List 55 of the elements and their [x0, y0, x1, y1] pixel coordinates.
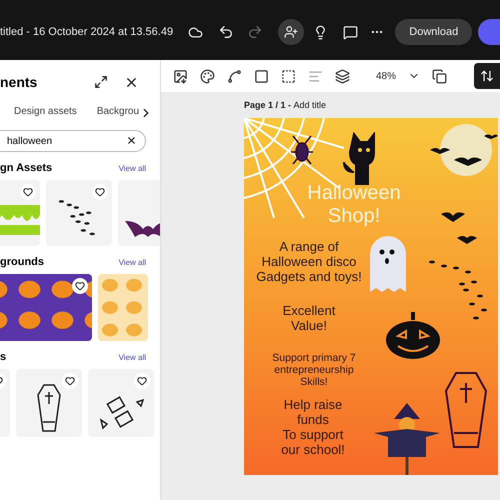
person-add-icon [284, 25, 298, 39]
poster-text: Excellent Value! [282, 304, 336, 334]
favorite-button[interactable] [72, 278, 88, 294]
sticker-tile[interactable] [16, 369, 82, 437]
panel-tab[interactable]: Design assets [14, 106, 77, 120]
poster-text: Support primary 7 entrepreneurship Skills! [271, 352, 357, 388]
section-title: gn Assets [0, 162, 52, 174]
zoom-level[interactable]: 48% [376, 70, 396, 82]
favorite-button[interactable] [92, 184, 108, 200]
palette-icon[interactable] [200, 68, 215, 84]
image-icon[interactable] [173, 68, 188, 84]
section-title: s [0, 351, 6, 363]
sticker-tile[interactable] [88, 369, 154, 437]
jack-o-lantern-icon [384, 310, 442, 360]
section-title: grounds [0, 256, 44, 268]
view-all-link[interactable]: View all [118, 258, 146, 266]
file-title: titled - 16 October 2024 at 13.56.49 [0, 26, 174, 38]
favorite-button[interactable] [20, 184, 36, 200]
panel-title: nents [0, 74, 38, 90]
up-down-arrows-icon [480, 69, 494, 83]
heart-icon [65, 376, 75, 386]
pumpkin-pattern-tile[interactable] [98, 274, 148, 341]
add-title-link[interactable]: Add title [294, 100, 326, 110]
heart-icon [23, 187, 33, 197]
poster-text: A range of Halloween disco Gadgets and toys! [255, 240, 363, 285]
avatar[interactable] [478, 19, 500, 45]
favorite-button[interactable] [62, 373, 78, 389]
view-all-link[interactable]: View all [118, 352, 146, 362]
coffin-drawing [37, 384, 61, 432]
search-field[interactable]: halloween [0, 130, 146, 152]
heart-icon [95, 187, 105, 197]
panel-tab[interactable]: Backgrou [96, 106, 140, 120]
frame-icon[interactable] [281, 68, 296, 84]
favorite-button[interactable] [134, 373, 150, 389]
pumpkin-pattern-tile[interactable] [0, 274, 92, 341]
scarecrow-icon [372, 401, 442, 475]
asset-tile[interactable] [118, 180, 160, 246]
download-button[interactable]: Download [395, 19, 472, 45]
heart-icon [75, 281, 85, 291]
poster-text: Help raise funds To support our school! [280, 398, 346, 458]
heart-icon [137, 376, 147, 386]
poster-headline: Halloween Shop! [306, 182, 402, 228]
layers-icon[interactable] [335, 68, 350, 84]
path-icon[interactable] [227, 68, 242, 84]
invite-person-button[interactable] [278, 19, 304, 45]
clear-icon[interactable] [126, 135, 137, 146]
asset-tile[interactable] [46, 180, 112, 246]
arrange-button[interactable] [474, 63, 500, 89]
halloween-poster[interactable]: Halloween Shop! A range of Halloween disco Gadgets and toys! Excellent Value! Support primary 7 entrepreneurship Skills! Help raise funds To support our school! [244, 118, 498, 475]
pages-icon[interactable] [432, 68, 448, 84]
rounded-square-icon[interactable] [254, 68, 269, 84]
coffin-icon [444, 371, 488, 449]
sticker-tile[interactable] [0, 369, 10, 437]
view-all-link[interactable]: View all [118, 164, 146, 172]
page-label: Page 1 / 1 - Add title [244, 100, 328, 110]
